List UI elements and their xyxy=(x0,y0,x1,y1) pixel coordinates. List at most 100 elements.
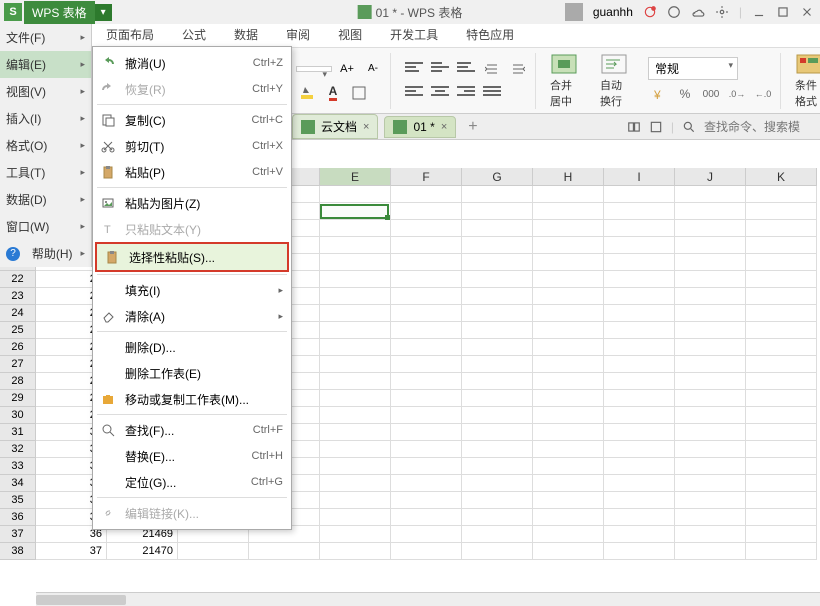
cell[interactable] xyxy=(320,237,391,254)
column-header[interactable]: G xyxy=(462,168,533,186)
ribbon-tab[interactable]: 审阅 xyxy=(286,26,310,47)
cell[interactable] xyxy=(320,288,391,305)
cell[interactable] xyxy=(675,475,746,492)
cell[interactable] xyxy=(533,237,604,254)
main-menu-item[interactable]: 视图(V)▸ xyxy=(0,78,91,105)
cell[interactable] xyxy=(746,373,817,390)
wrap-text-button[interactable]: 自动换行 xyxy=(592,49,636,113)
ribbon-tab[interactable]: 数据 xyxy=(234,26,258,47)
cell[interactable] xyxy=(533,390,604,407)
cell[interactable] xyxy=(391,424,462,441)
align-top-button[interactable] xyxy=(403,59,425,79)
cell[interactable] xyxy=(604,339,675,356)
cell[interactable] xyxy=(320,475,391,492)
font-decrease-button[interactable]: A- xyxy=(362,59,384,79)
tab-document[interactable]: 01 * × xyxy=(384,116,456,138)
submenu-item[interactable]: 查找(F)...Ctrl+F xyxy=(93,417,291,443)
cell[interactable] xyxy=(533,356,604,373)
submenu-item[interactable]: 剪切(T)Ctrl+X xyxy=(93,133,291,159)
cell[interactable] xyxy=(746,186,817,203)
cell[interactable]: 37 xyxy=(36,543,107,560)
cell[interactable] xyxy=(391,509,462,526)
row-header[interactable]: 25 xyxy=(0,322,36,339)
cell[interactable] xyxy=(462,254,533,271)
cell[interactable] xyxy=(462,339,533,356)
cell[interactable] xyxy=(320,305,391,322)
cell[interactable] xyxy=(746,339,817,356)
submenu-item[interactable]: 清除(A)▸ xyxy=(93,303,291,329)
main-menu-item[interactable]: ?帮助(H)▸ xyxy=(0,240,91,267)
cell[interactable] xyxy=(675,271,746,288)
cell[interactable] xyxy=(391,220,462,237)
cell[interactable] xyxy=(604,305,675,322)
merge-center-button[interactable]: 合并居中 xyxy=(542,49,586,113)
cell[interactable] xyxy=(462,203,533,220)
cell[interactable] xyxy=(391,407,462,424)
cell[interactable] xyxy=(604,424,675,441)
row-header[interactable]: 30 xyxy=(0,407,36,424)
cell[interactable] xyxy=(533,407,604,424)
comma-button[interactable]: 000 xyxy=(700,84,722,104)
cell[interactable] xyxy=(746,441,817,458)
ribbon-tab[interactable]: 页面布局 xyxy=(106,26,154,47)
cell[interactable] xyxy=(675,373,746,390)
border-button[interactable] xyxy=(348,83,370,103)
main-menu-item[interactable]: 格式(O)▸ xyxy=(0,132,91,159)
cell[interactable] xyxy=(320,543,391,560)
ribbon-tab[interactable]: 视图 xyxy=(338,26,362,47)
maximize-icon[interactable] xyxy=(776,5,790,19)
cell[interactable] xyxy=(604,526,675,543)
cell[interactable] xyxy=(604,186,675,203)
submenu-item[interactable]: 删除(D)... xyxy=(93,334,291,360)
cell[interactable] xyxy=(675,356,746,373)
cell[interactable] xyxy=(462,271,533,288)
cell[interactable] xyxy=(533,424,604,441)
cell[interactable] xyxy=(533,271,604,288)
window-mode-icon[interactable] xyxy=(649,120,663,134)
submenu-item[interactable]: 复制(C)Ctrl+C xyxy=(93,107,291,133)
indent-dec-button[interactable] xyxy=(507,59,529,79)
cell[interactable] xyxy=(604,220,675,237)
cell[interactable] xyxy=(462,441,533,458)
cell[interactable] xyxy=(462,186,533,203)
cell[interactable] xyxy=(391,475,462,492)
cell[interactable] xyxy=(320,339,391,356)
cell[interactable] xyxy=(675,492,746,509)
cell[interactable] xyxy=(320,186,391,203)
cell[interactable] xyxy=(462,458,533,475)
cell[interactable] xyxy=(675,322,746,339)
cell[interactable] xyxy=(533,441,604,458)
indent-inc-button[interactable] xyxy=(481,59,503,79)
cell[interactable] xyxy=(746,322,817,339)
column-header[interactable]: H xyxy=(533,168,604,186)
percent-button[interactable]: % xyxy=(674,84,696,104)
ribbon-tab[interactable]: 特色应用 xyxy=(466,26,514,47)
cell[interactable] xyxy=(746,254,817,271)
ribbon-tab[interactable]: 公式 xyxy=(182,26,206,47)
cell[interactable] xyxy=(675,424,746,441)
cell[interactable] xyxy=(249,543,320,560)
cell[interactable] xyxy=(604,441,675,458)
cell[interactable] xyxy=(462,390,533,407)
browser-icon[interactable] xyxy=(667,5,681,19)
cell[interactable] xyxy=(391,390,462,407)
cell[interactable] xyxy=(462,373,533,390)
cell[interactable] xyxy=(391,254,462,271)
cell[interactable] xyxy=(178,543,249,560)
cell[interactable] xyxy=(391,271,462,288)
cell[interactable] xyxy=(746,424,817,441)
cell[interactable] xyxy=(462,492,533,509)
row-header[interactable]: 33 xyxy=(0,458,36,475)
cell[interactable] xyxy=(533,322,604,339)
user-avatar-icon[interactable] xyxy=(565,3,583,21)
cell[interactable] xyxy=(746,543,817,560)
close-tab-icon[interactable]: × xyxy=(441,121,447,133)
align-bottom-button[interactable] xyxy=(455,59,477,79)
row-header[interactable]: 24 xyxy=(0,305,36,322)
cell[interactable] xyxy=(604,237,675,254)
cell[interactable] xyxy=(320,373,391,390)
close-icon[interactable] xyxy=(800,5,814,19)
cell[interactable] xyxy=(604,254,675,271)
notification-icon[interactable] xyxy=(643,5,657,19)
horizontal-scrollbar[interactable] xyxy=(36,592,820,606)
